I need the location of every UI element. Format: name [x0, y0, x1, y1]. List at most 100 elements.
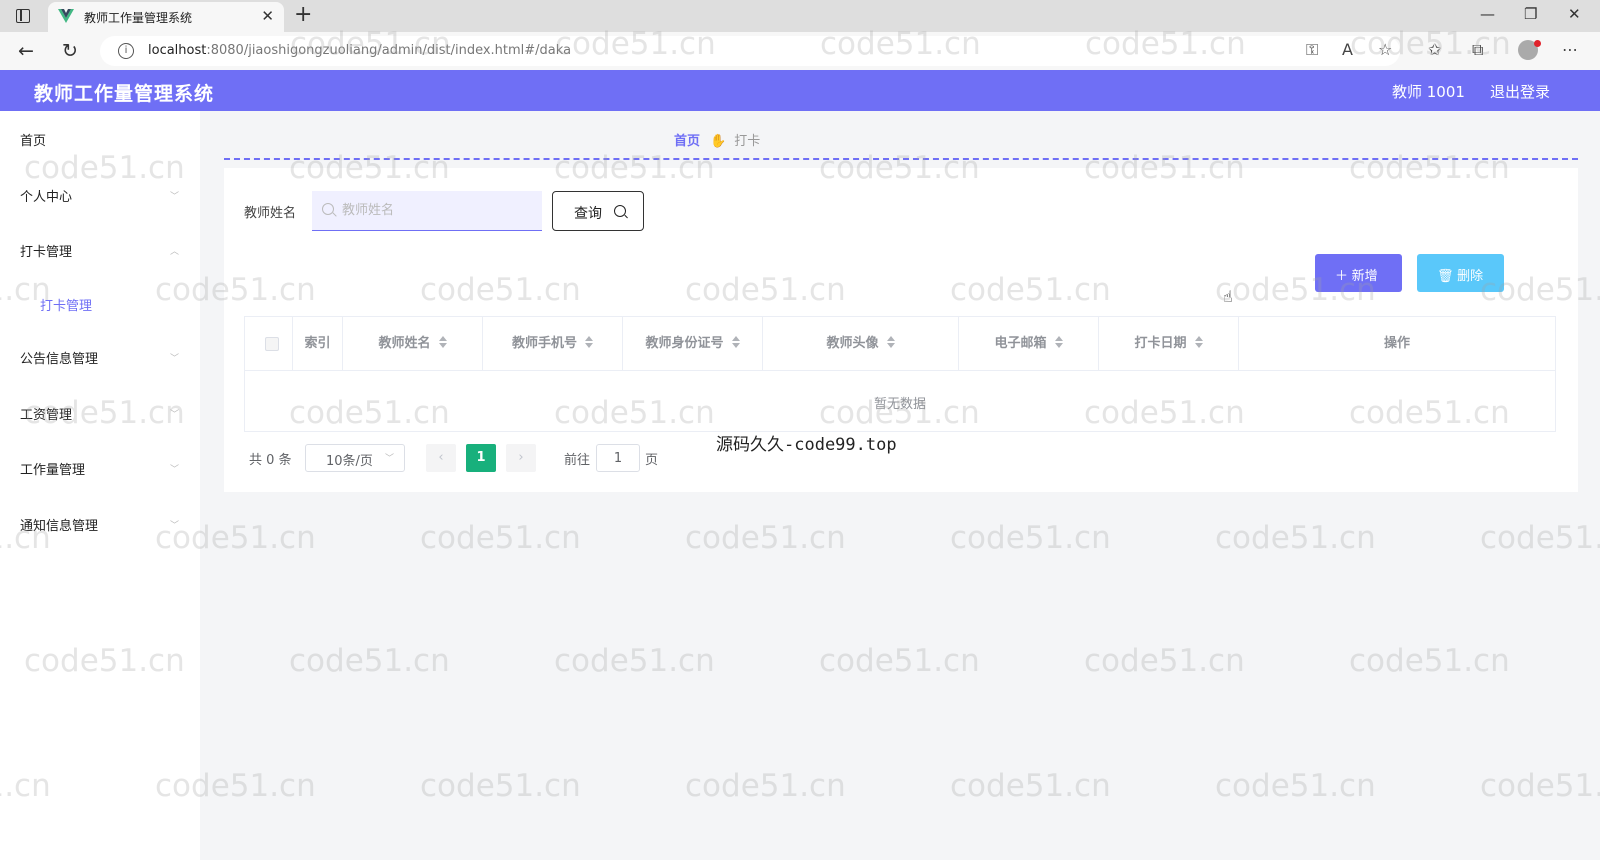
browser-tab[interactable]: 教师工作量管理系统 ✕	[48, 2, 284, 32]
table-header: 索引 教师姓名 教师手机号 教师身份证号 教师头像 电子邮箱 打卡日期 操作	[245, 317, 1555, 371]
browser-tab-bar: 教师工作量管理系统 ✕ + — ❐ ✕	[0, 0, 1600, 32]
watermark-text: code51.cn	[1480, 520, 1600, 556]
address-bar-row: ← ↻ i localhost:8080/jiaoshigongzuoliang…	[0, 32, 1600, 70]
column-header-teacher-name[interactable]: 教师姓名	[343, 317, 483, 371]
sidebar-subitem-checkin[interactable]: 打卡管理	[40, 295, 92, 314]
watermark-text: code51.cn	[1215, 768, 1376, 804]
watermark-text: code51.cn	[289, 643, 450, 679]
query-button-label: 查询	[574, 205, 602, 221]
chevron-down-icon: ﹀	[170, 465, 180, 475]
sidebar-item-salary[interactable]: 工资管理	[20, 404, 72, 423]
add-button[interactable]: ＋ 新增	[1315, 254, 1402, 292]
key-icon[interactable]: ⚿	[1306, 40, 1318, 60]
back-icon[interactable]: ←	[18, 40, 34, 62]
sort-icon[interactable]	[886, 335, 895, 348]
goto-page-input[interactable]	[596, 444, 640, 472]
sidebar-item-profile[interactable]: 个人中心	[20, 186, 72, 205]
goto-label: 前往	[564, 453, 591, 468]
teacher-name-search-input[interactable]	[312, 191, 542, 231]
pagination-total: 共 0 条	[249, 453, 292, 468]
hand-cursor-icon: ☝	[1223, 287, 1233, 306]
vue-logo-icon	[58, 9, 74, 23]
more-menu-icon[interactable]: ⋯	[1562, 40, 1578, 59]
url-text: localhost:8080/jiaoshigongzuoliang/admin…	[148, 43, 572, 58]
watermark-text: code51.cn	[685, 768, 846, 804]
sort-icon[interactable]	[585, 335, 593, 348]
breadcrumb-current: 打卡	[734, 134, 761, 149]
prev-page-button[interactable]: ‹	[426, 444, 456, 472]
close-window-icon[interactable]: ✕	[1568, 5, 1581, 23]
column-header-teacher-phone[interactable]: 教师手机号	[483, 317, 623, 371]
breadcrumb-divider	[224, 158, 1578, 160]
query-button[interactable]: 查询	[552, 191, 644, 231]
current-user: 教师 1001	[1392, 83, 1465, 101]
column-header-email[interactable]: 电子邮箱	[959, 317, 1099, 371]
add-favorite-icon[interactable]: ☆	[1378, 40, 1392, 59]
read-aloud-icon[interactable]: A	[1342, 40, 1353, 59]
sort-icon[interactable]	[438, 335, 447, 348]
watermark-text: code51.cn	[420, 768, 581, 804]
breadcrumb: 首页 ✋ 打卡	[674, 130, 760, 149]
favorites-icon[interactable]: ✩	[1428, 40, 1441, 59]
select-all-cell	[245, 317, 293, 371]
close-tab-icon[interactable]: ✕	[261, 7, 274, 25]
collections-icon[interactable]: ⧉	[1472, 40, 1483, 60]
minimize-icon[interactable]: —	[1480, 5, 1495, 23]
page-number-button[interactable]: 1	[466, 444, 496, 472]
watermark-text: code51.cn	[1084, 643, 1245, 679]
data-table: 索引 教师姓名 教师手机号 教师身份证号 教师头像 电子邮箱 打卡日期 操作 暂…	[244, 316, 1556, 432]
tab-title: 教师工作量管理系统	[84, 11, 193, 25]
column-header-actions: 操作	[1383, 336, 1410, 351]
watermark-text: code51.cn	[950, 520, 1111, 556]
sort-icon[interactable]	[1054, 335, 1063, 348]
restore-icon[interactable]: ❐	[1524, 5, 1537, 23]
reload-icon[interactable]: ↻	[62, 40, 78, 62]
chevron-down-icon: ﹀	[170, 192, 180, 202]
page-size-select[interactable]: 10条/页 ﹀	[305, 444, 405, 472]
chevron-up-icon: ︿	[170, 247, 180, 257]
sidebar-item-workload[interactable]: 工作量管理	[20, 459, 85, 478]
sidebar-item-announcements[interactable]: 公告信息管理	[20, 348, 98, 367]
column-header-teacher-id[interactable]: 教师身份证号	[623, 317, 763, 371]
sort-icon[interactable]	[731, 335, 740, 348]
new-tab-icon[interactable]: +	[294, 2, 312, 27]
search-icon	[614, 205, 626, 217]
next-page-button[interactable]: ›	[506, 444, 536, 472]
url-field[interactable]: i localhost:8080/jiaoshigongzuoliang/adm…	[100, 36, 1400, 66]
overlay-caption: 源码久久-code99.top	[716, 435, 897, 455]
sidebar	[0, 111, 200, 860]
sidebar-item-notices[interactable]: 通知信息管理	[20, 515, 98, 534]
app-title: 教师工作量管理系统	[34, 83, 215, 105]
column-header-index: 索引	[293, 317, 343, 371]
select-all-checkbox[interactable]	[265, 337, 279, 351]
watermark-text: code51.cn	[819, 643, 980, 679]
app-header: 教师工作量管理系统 教师 1001 退出登录	[0, 70, 1600, 111]
watermark-text: code51.cn	[554, 643, 715, 679]
watermark-text: code51.cn	[1480, 768, 1600, 804]
chevron-down-icon: ﹀	[170, 521, 180, 531]
add-button-label: ＋ 新增	[1335, 268, 1378, 283]
table-empty-text: 暂无数据	[873, 397, 926, 412]
delete-button-label: 🗑 删除	[1437, 268, 1484, 283]
logout-link[interactable]: 退出登录	[1490, 81, 1550, 102]
tab-actions-icon[interactable]	[16, 9, 30, 23]
hand-icon: ✋	[710, 134, 727, 149]
breadcrumb-home[interactable]: 首页	[674, 134, 700, 149]
notification-dot	[1534, 40, 1541, 47]
watermark-text: code51.cn	[420, 520, 581, 556]
sort-icon[interactable]	[1194, 335, 1203, 348]
delete-button[interactable]: 🗑 删除	[1417, 254, 1504, 292]
site-info-icon[interactable]: i	[118, 43, 134, 59]
sidebar-item-home[interactable]: 首页	[20, 130, 46, 149]
search-icon	[322, 203, 334, 215]
watermark-text: code51.cn	[1215, 520, 1376, 556]
chevron-down-icon: ﹀	[170, 410, 180, 420]
sidebar-item-checkin[interactable]: 打卡管理	[20, 241, 72, 260]
watermark-text: code51.cn	[685, 520, 846, 556]
column-header-teacher-avatar[interactable]: 教师头像	[763, 317, 959, 371]
page-size-value: 10条/页	[326, 454, 373, 469]
goto-suffix: 页	[645, 453, 659, 468]
column-header-checkin-date[interactable]: 打卡日期	[1099, 317, 1239, 371]
watermark-text: code51.cn	[1349, 643, 1510, 679]
chevron-down-icon: ﹀	[170, 354, 180, 364]
